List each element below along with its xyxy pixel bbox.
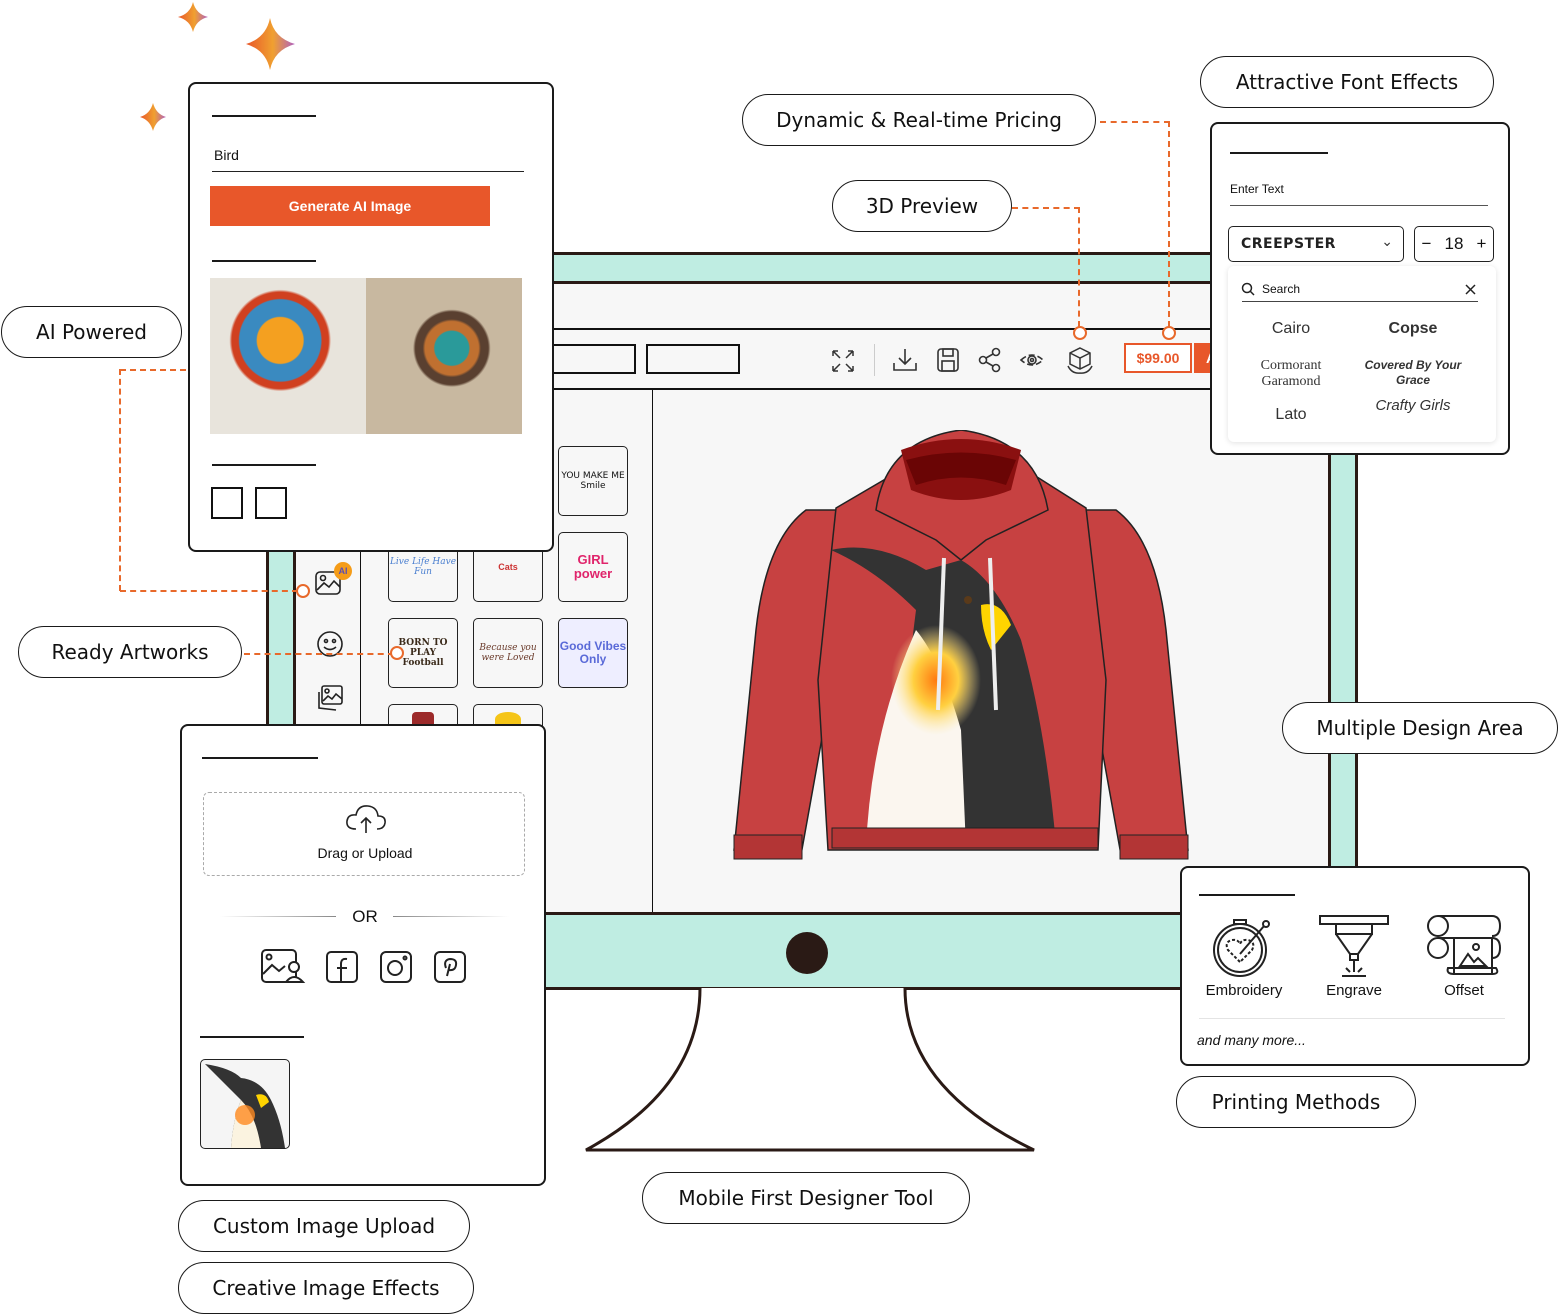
panel-heading-placeholder	[200, 1036, 304, 1038]
font-select-value: CREEPSTER	[1241, 236, 1336, 252]
toolbar-tab-1[interactable]	[546, 344, 636, 374]
printing-methods-panel: Embroidery Engrave Offset and many more.…	[1180, 866, 1530, 1066]
hoodie-preview	[733, 430, 1189, 860]
connector-line	[1078, 207, 1080, 327]
save-icon[interactable]	[934, 346, 962, 374]
font-search-input[interactable]: Search	[1242, 278, 1478, 302]
panel-heading-placeholder	[212, 115, 316, 117]
penguin-image	[205, 1064, 285, 1148]
option-box[interactable]	[255, 487, 287, 519]
feature-label-custom-image-upload: Custom Image Upload	[178, 1200, 470, 1252]
decrease-size-button[interactable]: −	[1422, 234, 1432, 254]
font-option[interactable]: Cormorant Garamond	[1236, 358, 1346, 390]
pinterest-icon[interactable]	[433, 950, 467, 984]
artwork-thumb[interactable]: Because you were Loved	[473, 618, 543, 688]
option-box[interactable]	[211, 487, 243, 519]
font-option[interactable]: Copse	[1358, 320, 1468, 338]
feature-label-printing-methods: Printing Methods	[1176, 1076, 1416, 1128]
font-option[interactable]: Lato	[1236, 406, 1346, 424]
image-upload-panel: Drag or Upload OR	[180, 724, 546, 1186]
connector-line	[119, 369, 121, 591]
sidebar-item-ai-image[interactable]: AI	[314, 562, 352, 600]
artwork-thumb[interactable]: Good Vibes Only	[558, 618, 628, 688]
font-option[interactable]: Covered By Your Grace	[1358, 358, 1468, 388]
connector-line	[120, 590, 298, 592]
feature-label-font-effects: Attractive Font Effects	[1200, 56, 1494, 108]
font-select[interactable]: CREEPSTER ⌄	[1228, 226, 1404, 262]
panel-heading-placeholder	[1199, 894, 1295, 896]
fullscreen-icon[interactable]	[829, 347, 857, 375]
sparkle-icon	[246, 18, 295, 70]
font-option[interactable]: Crafty Girls	[1358, 398, 1468, 414]
sparkle-icon	[140, 103, 166, 131]
font-option[interactable]: Cairo	[1236, 320, 1346, 338]
font-size-value: 18	[1444, 234, 1464, 253]
text-font-panel: Enter Text CREEPSTER ⌄ − 18 + Search Cai…	[1210, 122, 1510, 455]
feature-label-mobile-first: Mobile First Designer Tool	[642, 1172, 970, 1224]
download-icon[interactable]	[891, 346, 919, 374]
generate-ai-image-button[interactable]: Generate AI Image	[210, 186, 490, 226]
monitor-stand	[585, 988, 1035, 1152]
embroidery-icon	[1213, 919, 1270, 977]
divider-line	[220, 916, 336, 917]
ai-badge: AI	[334, 562, 352, 580]
feature-label-3d-preview: 3D Preview	[832, 180, 1012, 232]
connector-dot	[390, 646, 404, 660]
uploaded-image-thumb[interactable]	[200, 1059, 290, 1149]
preview-eye-icon[interactable]	[1018, 346, 1046, 374]
toolbar-divider	[874, 344, 875, 376]
connector-line	[244, 653, 394, 655]
connector-dot	[1162, 326, 1176, 340]
panel-heading-placeholder	[1230, 152, 1328, 154]
sparkle-icon	[178, 2, 208, 32]
artwork-thumb[interactable]: GIRL power	[558, 532, 628, 602]
divider-line	[1199, 1018, 1505, 1019]
ai-prompt-input[interactable]: Bird	[212, 142, 524, 172]
upload-dropzone[interactable]: Drag or Upload	[203, 792, 525, 876]
ai-image-panel: Bird Generate AI Image	[188, 82, 554, 552]
text-input[interactable]: Enter Text	[1230, 180, 1488, 206]
more-methods-text: and many more...	[1197, 1032, 1306, 1048]
panel-heading-placeholder	[212, 464, 316, 466]
close-icon[interactable]	[1465, 284, 1476, 295]
ai-result-image[interactable]	[366, 278, 522, 434]
font-dropdown: Search Cairo Copse Cormorant Garamond Co…	[1228, 266, 1496, 442]
connector-line	[120, 369, 186, 371]
feature-label-creative-image-effects: Creative Image Effects	[178, 1262, 474, 1314]
connector-line	[1168, 121, 1170, 327]
facebook-icon[interactable]	[325, 950, 359, 984]
image-gallery-icon[interactable]	[316, 684, 344, 712]
webcam-dot	[786, 932, 828, 974]
feature-label-ai-powered: AI Powered	[1, 306, 182, 358]
font-size-stepper[interactable]: − 18 +	[1414, 226, 1494, 262]
feature-label-dynamic-pricing: Dynamic & Real-time Pricing	[742, 94, 1096, 146]
dropzone-label: Drag or Upload	[317, 845, 413, 861]
divider-line	[393, 916, 509, 917]
ai-result-image[interactable]	[210, 278, 366, 434]
share-icon[interactable]	[976, 346, 1004, 374]
connector-dot	[1073, 326, 1087, 340]
3d-cube-icon[interactable]	[1064, 344, 1096, 376]
connector-dot	[296, 584, 310, 598]
toolbar-tab-2[interactable]	[646, 344, 740, 374]
price-display: $99.00	[1124, 343, 1192, 373]
instagram-icon[interactable]	[379, 950, 413, 984]
panel-heading-placeholder	[212, 260, 316, 262]
feature-label-multiple-design-area: Multiple Design Area	[1282, 702, 1558, 754]
printing-method-label: Offset	[1444, 982, 1484, 999]
engrave-icon	[1319, 915, 1389, 977]
printing-method-label: Embroidery	[1205, 982, 1283, 999]
connector-line	[1100, 121, 1170, 123]
gallery-icon[interactable]	[260, 948, 306, 984]
or-label: OR	[352, 907, 378, 926]
printing-method-label: Engrave	[1326, 982, 1382, 999]
increase-size-button[interactable]: +	[1477, 234, 1487, 254]
offset-icon	[1427, 915, 1502, 975]
panel-heading-placeholder	[202, 757, 318, 759]
artwork-thumb[interactable]: YOU MAKE ME Smile	[558, 446, 628, 516]
chevron-down-icon: ⌄	[1381, 233, 1393, 249]
feature-label-ready-artworks: Ready Artworks	[18, 626, 242, 678]
cloud-upload-icon	[346, 805, 386, 833]
connector-line	[1012, 207, 1080, 209]
